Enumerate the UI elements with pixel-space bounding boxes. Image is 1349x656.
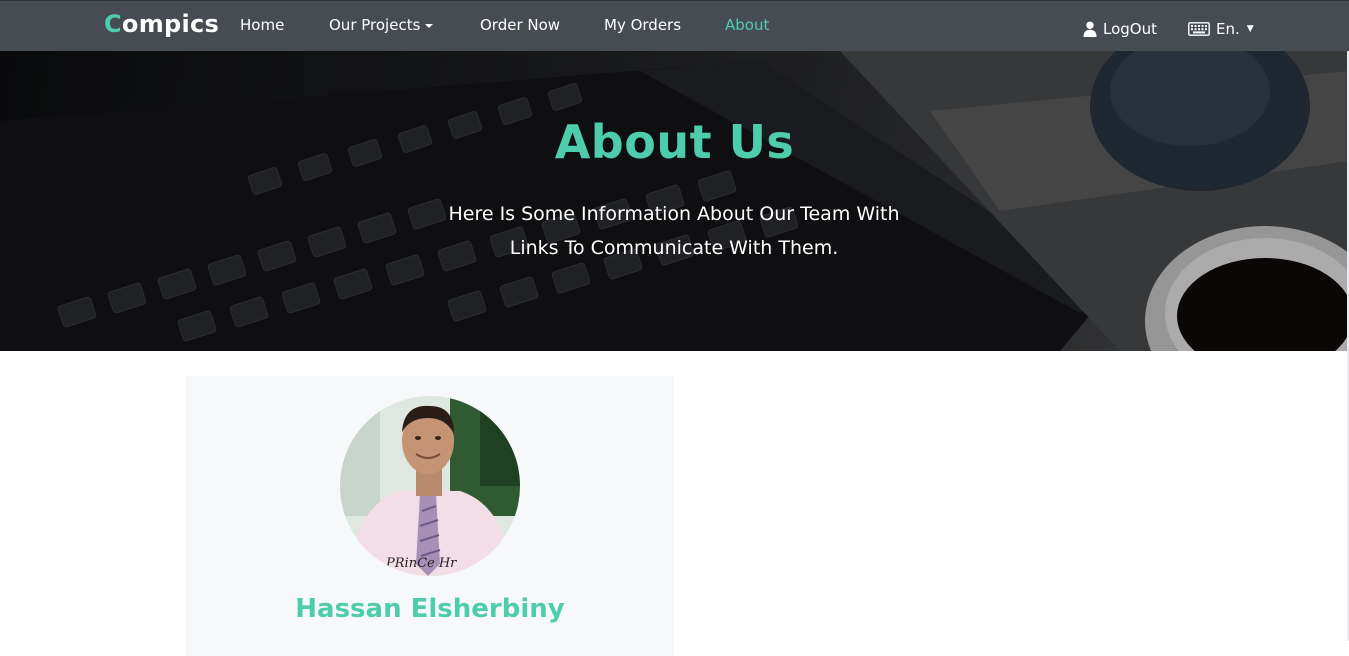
page-title: About Us: [554, 115, 795, 169]
team-member-card: PRinCe Hr Hassan Elsherbiny: [186, 376, 674, 656]
nav-order-now[interactable]: Order Now: [480, 16, 560, 34]
language-label: En.: [1216, 20, 1240, 38]
nav-my-orders[interactable]: My Orders: [604, 16, 681, 34]
page-subtitle: Here Is Some Information About Our Team …: [424, 197, 924, 265]
logout-label: LogOut: [1103, 20, 1157, 38]
language-selector[interactable]: En. ▼: [1188, 20, 1254, 38]
keyboard-icon: [1188, 22, 1210, 36]
top-navbar: Compics Home Our Projects Order Now My O…: [0, 0, 1349, 51]
brand-logo-text: ompics: [121, 10, 220, 38]
brand-logo[interactable]: Compics: [104, 10, 219, 38]
nav-our-projects-label: Our Projects: [329, 16, 421, 34]
member-name: Hassan Elsherbiny: [295, 594, 565, 624]
page-subtitle-line-2: Links To Communicate With Them.: [509, 237, 839, 259]
hero-banner: About Us Here Is Some Information About …: [0, 51, 1349, 351]
avatar-signature: PRinCe Hr: [385, 556, 457, 571]
page-subtitle-line-1: Here Is Some Information About Our Team …: [448, 203, 900, 225]
user-icon: [1083, 21, 1097, 37]
nav-our-projects[interactable]: Our Projects: [329, 16, 434, 34]
avatar: PRinCe Hr: [340, 396, 520, 576]
nav-home[interactable]: Home: [240, 16, 284, 34]
logout-button[interactable]: LogOut: [1083, 20, 1157, 38]
caret-down-icon: [425, 23, 434, 28]
nav-about[interactable]: About: [725, 16, 769, 34]
brand-logo-initial: C: [104, 10, 122, 38]
caret-down-icon: ▼: [1246, 24, 1254, 34]
